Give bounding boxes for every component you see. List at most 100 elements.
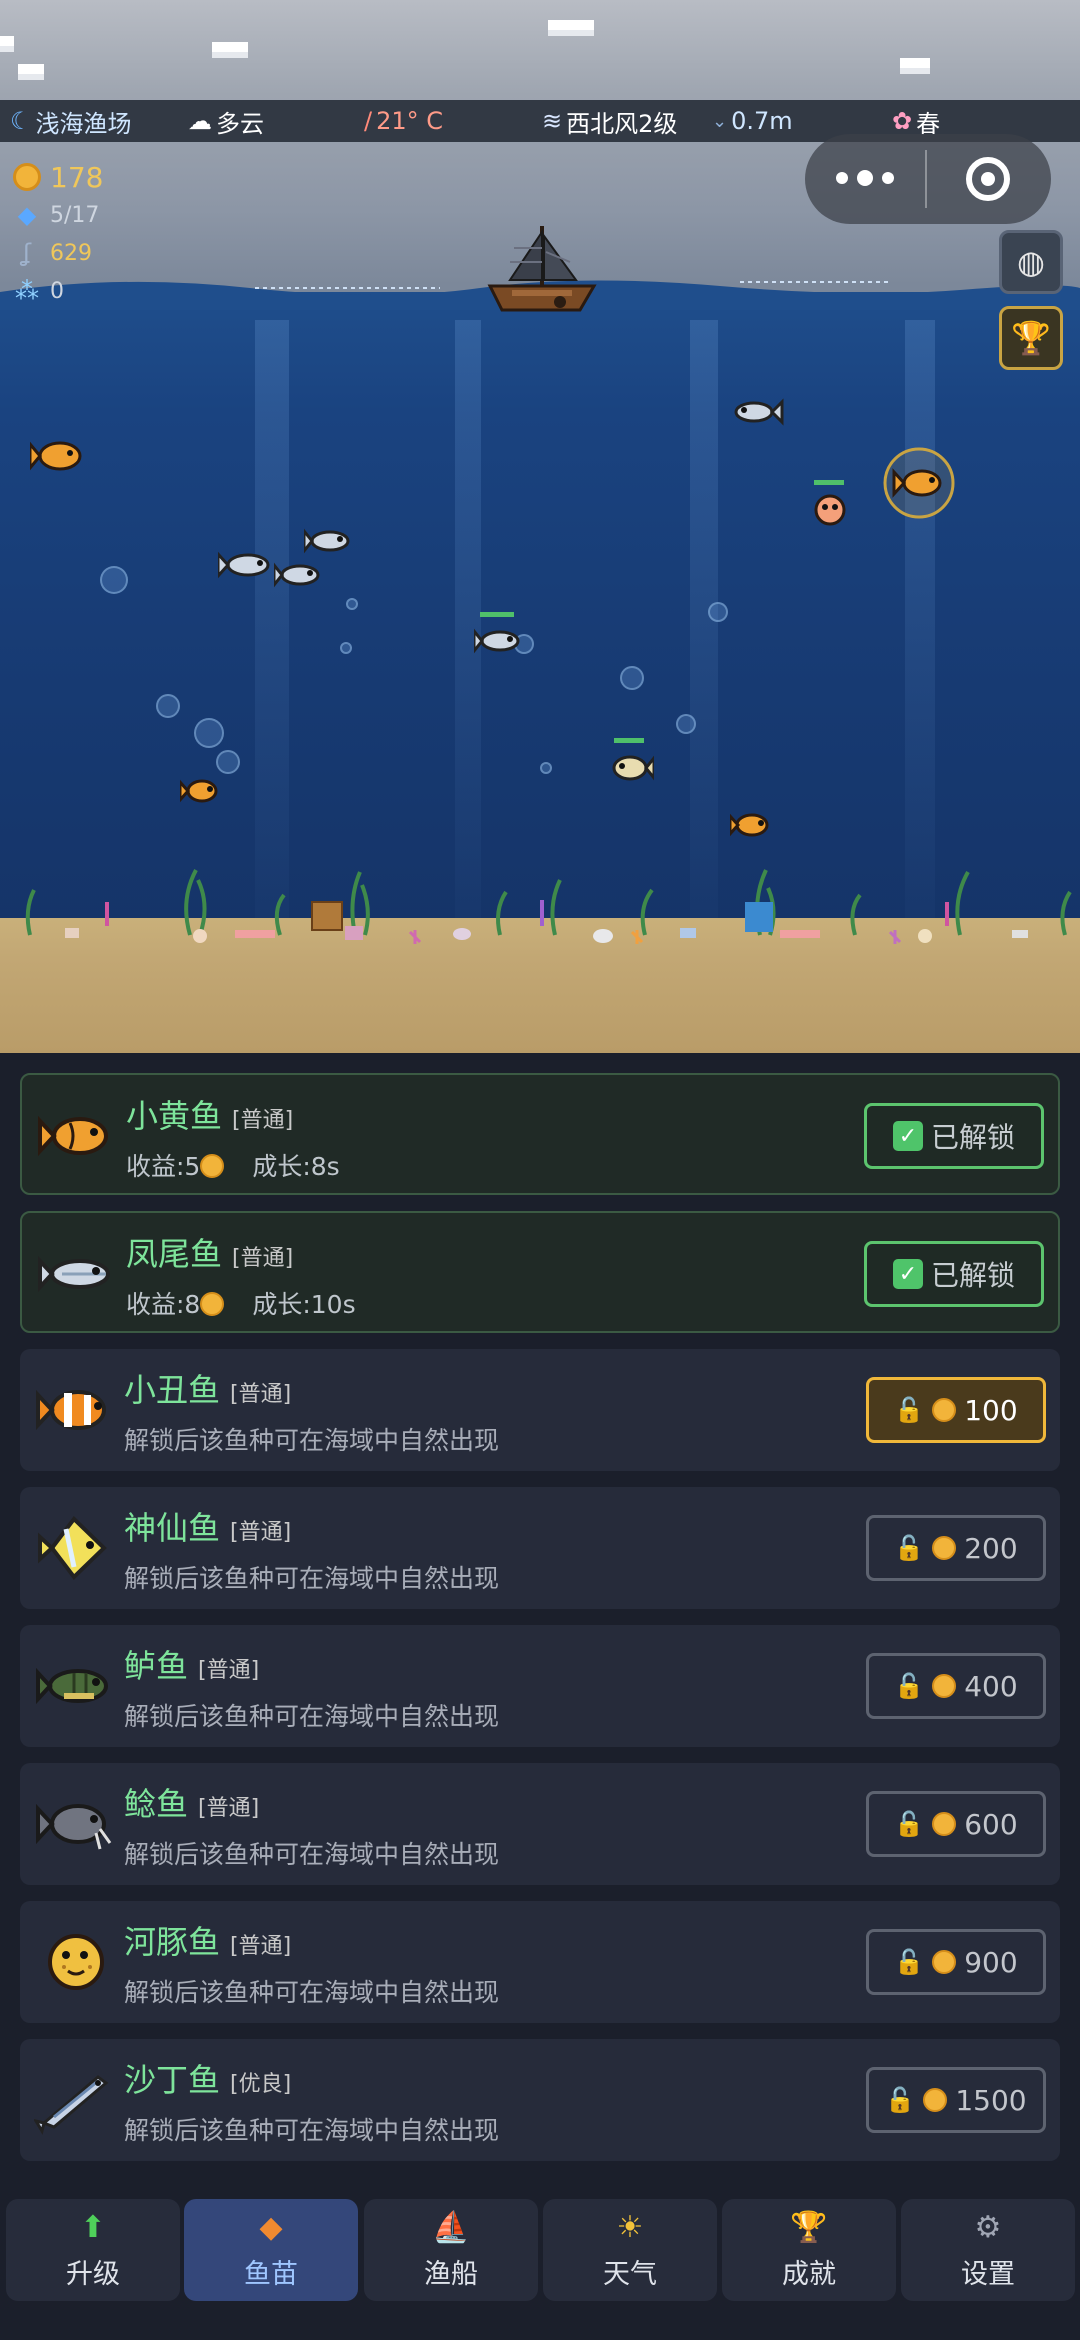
boat-icon: ⛵ xyxy=(432,2210,470,2245)
wind-label: 西北风2级 xyxy=(566,109,678,138)
perch-icon xyxy=(36,1667,108,1705)
fish-name-text: 凤尾鱼 xyxy=(126,1235,223,1273)
swimming-yellow-fish[interactable] xyxy=(608,752,654,784)
unlock-button[interactable]: 🔓 100 xyxy=(866,1377,1046,1443)
unlock-button[interactable]: 🔓 400 xyxy=(866,1653,1046,1719)
cloud xyxy=(18,64,44,74)
hook-value: 629 xyxy=(50,240,92,266)
bubble xyxy=(540,762,552,774)
fish-unlock-list[interactable]: 小黄鱼 [普通] 收益:5 成长:8s ✓ 已解锁 凤尾鱼 [普通] 收益:8 成长:10… xyxy=(0,1053,1080,2193)
tab-label: 设置 xyxy=(961,2258,1015,2290)
sun-icon: ☀ xyxy=(616,2210,644,2245)
fish-name-text: 鲶鱼 xyxy=(124,1785,189,1823)
fish-row-angelfish: 神仙鱼 [普通] 解锁后该鱼种可在海域中自然出现 🔓 200 xyxy=(20,1487,1060,1609)
tab-weather[interactable]: ☀ 天气 xyxy=(543,2199,717,2301)
unlocked-button[interactable]: ✓ 已解锁 xyxy=(864,1103,1044,1169)
fish-name: 小黄鱼 [普通] xyxy=(126,1091,293,1137)
fish-name: 河豚鱼 [普通] xyxy=(124,1917,291,1963)
unlock-price: 600 xyxy=(964,1807,1018,1841)
shell-button[interactable]: ◍ xyxy=(999,230,1063,294)
swimming-anchovy[interactable] xyxy=(274,560,322,590)
fish-name-text: 沙丁鱼 xyxy=(124,2061,221,2099)
fish-count-row: ◆ 5/17 xyxy=(12,196,103,234)
coin-icon xyxy=(932,1398,957,1422)
fish-rarity: [普通] xyxy=(198,1658,260,1683)
fish-name: 鲈鱼 [普通] xyxy=(124,1641,259,1687)
coin-icon xyxy=(932,1950,957,1974)
tab-fry[interactable]: ◆ 鱼苗 xyxy=(184,2199,358,2301)
bubble xyxy=(676,714,696,734)
unlock-button[interactable]: 🔓 200 xyxy=(866,1515,1046,1581)
tab-achievement[interactable]: 🏆 成就 xyxy=(722,2199,896,2301)
trophy-button[interactable]: 🏆 xyxy=(999,306,1063,370)
fish-name-text: 河豚鱼 xyxy=(124,1923,221,1961)
catfish-icon xyxy=(36,1803,112,1850)
trophy-icon: 🏆 xyxy=(1011,319,1051,357)
fish-row-clownfish: 小丑鱼 [普通] 解锁后该鱼种可在海域中自然出现 🔓 100 xyxy=(20,1349,1060,1471)
unlock-button[interactable]: 🔓 900 xyxy=(866,1929,1046,1995)
growth-bar xyxy=(814,480,844,485)
swimming-yellow-fish[interactable] xyxy=(730,810,772,840)
growth-bar xyxy=(614,738,644,743)
fish-row-catfish: 鲶鱼 [普通] 解锁后该鱼种可在海域中自然出现 🔓 600 xyxy=(20,1763,1060,1885)
lock-icon: 🔓 xyxy=(894,1534,925,1562)
tab-settings[interactable]: ⚙ 设置 xyxy=(901,2199,1075,2301)
fish-name-text: 神仙鱼 xyxy=(124,1509,221,1547)
moon-icon: ☾ xyxy=(10,107,32,135)
checkmark-icon: ✓ xyxy=(892,1259,923,1289)
gear-icon: ⚙ xyxy=(974,2210,1002,2245)
fish-rarity: [优良] xyxy=(230,2072,292,2097)
close-miniprogram-button[interactable] xyxy=(927,157,1049,201)
coin-icon xyxy=(932,1812,957,1836)
swimming-yellow-fish[interactable] xyxy=(30,436,86,476)
unlocked-button[interactable]: ✓ 已解锁 xyxy=(864,1241,1044,1307)
coin-icon xyxy=(200,1292,225,1316)
checkmark-icon: ✓ xyxy=(892,1121,923,1151)
fish-name-text: 小黄鱼 xyxy=(126,1097,223,1135)
fish-name: 神仙鱼 [普通] xyxy=(124,1503,291,1549)
weather-label: 多云 xyxy=(216,109,264,138)
fish-rarity: [普通] xyxy=(230,1520,292,1545)
wave-info: ⌄ 0.7m xyxy=(712,100,793,142)
shell-icon: ◍ xyxy=(1017,243,1045,281)
fish-rarity: [普通] xyxy=(198,1796,260,1821)
coin-icon xyxy=(12,162,42,192)
fish-name: 沙丁鱼 [优良] xyxy=(124,2055,291,2101)
tab-boat[interactable]: ⛵ 渔船 xyxy=(364,2199,538,2301)
bubbles-row: ⁂ 0 xyxy=(12,272,103,310)
fish-rarity: [普通] xyxy=(230,1382,292,1407)
angelfish-icon xyxy=(38,1515,107,1581)
swimming-anchovy[interactable] xyxy=(732,396,784,428)
growth-label: 成长:10s xyxy=(252,1290,356,1319)
fish-icon: ◆ xyxy=(17,201,37,229)
fish-name: 凤尾鱼 [普通] xyxy=(126,1229,293,1275)
coin-icon xyxy=(200,1154,225,1178)
temperature-label: 21° C xyxy=(376,107,444,135)
coin-icon xyxy=(923,2088,948,2112)
weather-info: ☁ 多云 xyxy=(188,100,264,142)
swimming-baby-fish[interactable] xyxy=(810,490,850,528)
seaweed-and-rocks xyxy=(25,869,1072,944)
fish-row-pufferfish: 河豚鱼 [普通] 解锁后该鱼种可在海域中自然出现 🔓 900 xyxy=(20,1901,1060,2023)
unlock-button[interactable]: 🔓 600 xyxy=(866,1791,1046,1857)
cloud xyxy=(900,58,930,68)
swimming-yellow-fish[interactable] xyxy=(180,776,220,806)
highlighted-fish[interactable] xyxy=(882,446,956,520)
tab-upgrade[interactable]: ⬆ 升级 xyxy=(6,2199,180,2301)
unlocked-label: 已解锁 xyxy=(930,1121,1015,1154)
unlock-button[interactable]: 🔓 1500 xyxy=(866,2067,1046,2133)
swimming-anchovy[interactable] xyxy=(474,626,522,656)
swimming-anchovy[interactable] xyxy=(304,526,352,556)
cloud xyxy=(212,42,248,52)
fish-icon: ◆ xyxy=(259,2210,283,2245)
fish-description: 解锁后该鱼种可在海域中自然出现 xyxy=(124,1702,500,1731)
fish-rarity: [普通] xyxy=(230,1934,292,1959)
more-options-button[interactable] xyxy=(805,170,925,186)
swimming-anchovy[interactable] xyxy=(218,548,272,582)
fishing-scene[interactable]: ☾ 浅海渔场 ☁ 多云 / 21° C ≋ 西北风2级 ⌄ 0.7m ✿ 春 1… xyxy=(0,0,1080,1053)
bubble xyxy=(100,566,128,594)
fishing-boat[interactable] xyxy=(480,222,600,314)
lock-icon: 🔓 xyxy=(894,1810,925,1838)
unlock-price: 100 xyxy=(964,1393,1018,1427)
up-arrow-icon: ⬆ xyxy=(80,2210,106,2245)
